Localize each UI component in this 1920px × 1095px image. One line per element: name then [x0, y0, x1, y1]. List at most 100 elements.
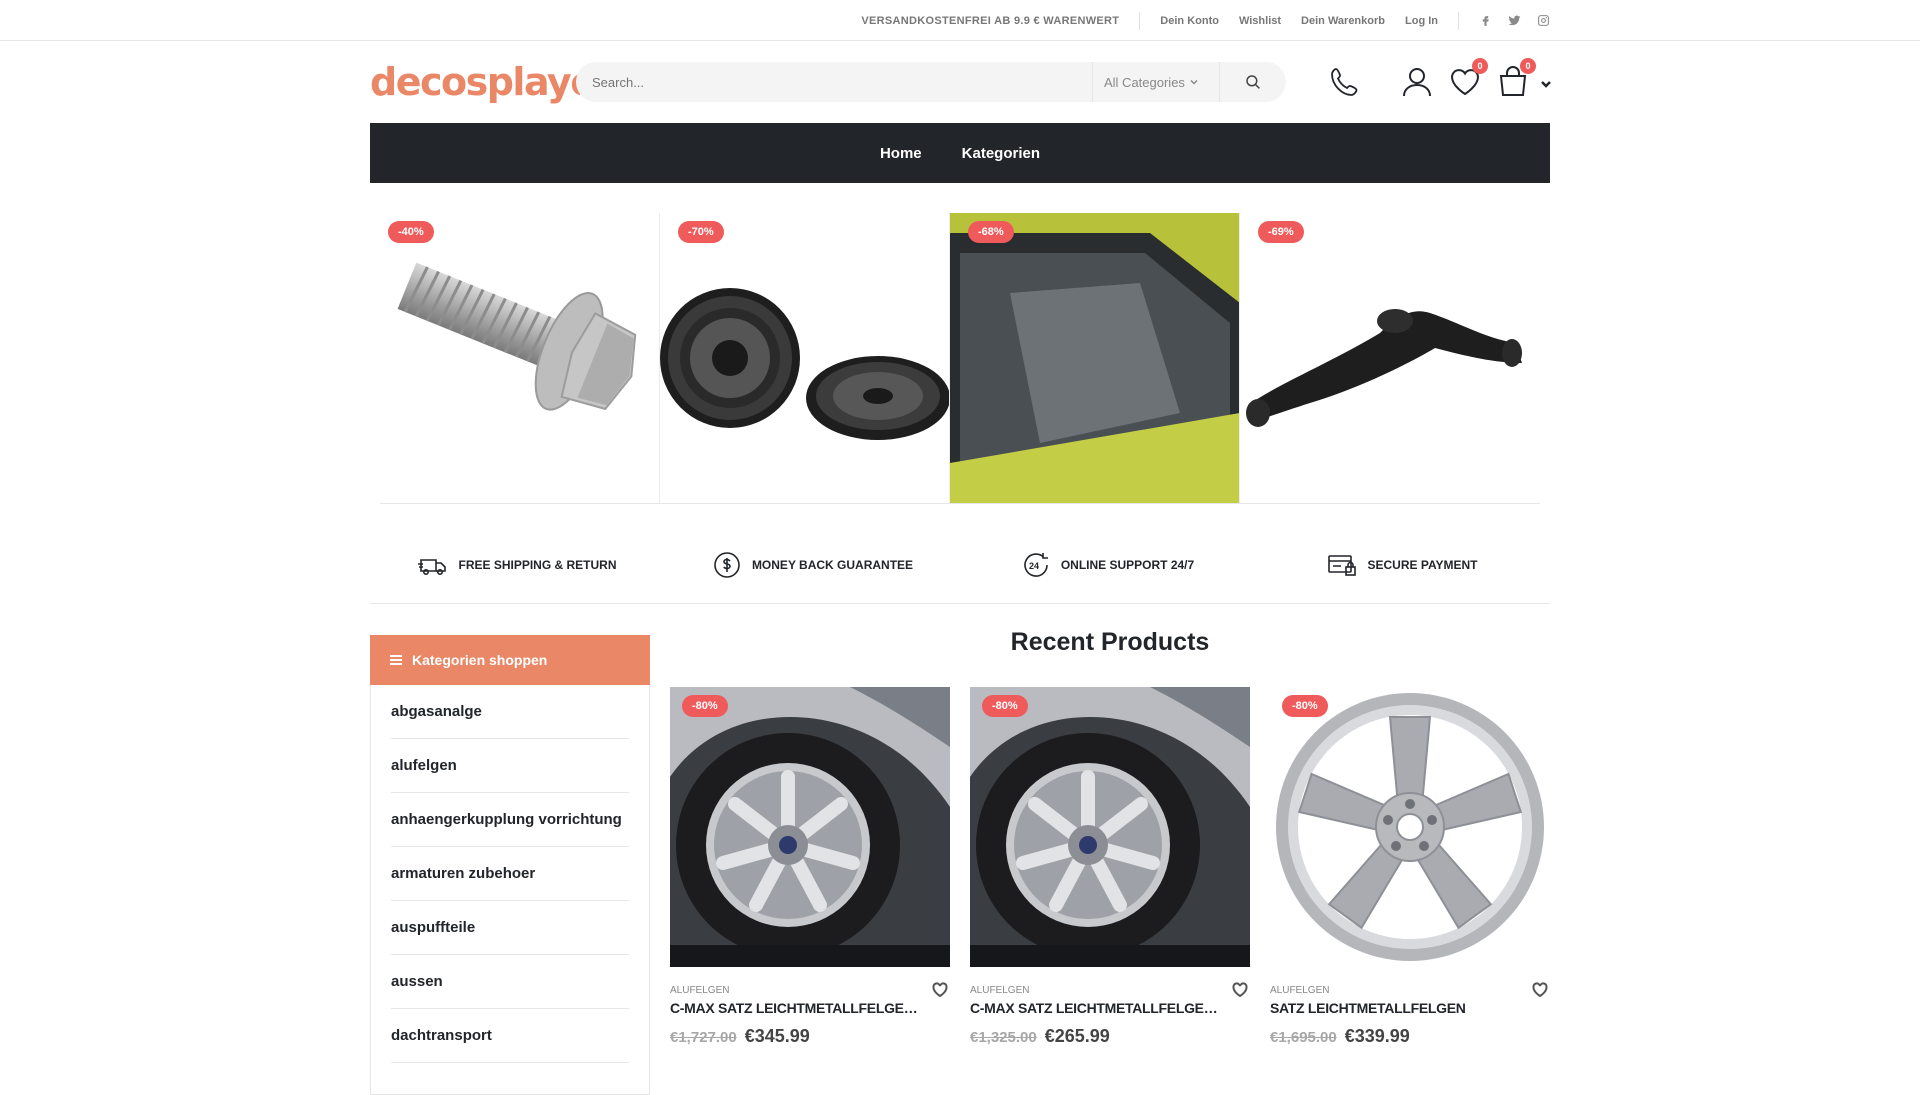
support-24-icon: 24: [1024, 553, 1048, 577]
discount-badge: -80%: [982, 695, 1028, 717]
chevron-down-icon: [1541, 81, 1551, 88]
wishlist-link[interactable]: Wishlist: [1239, 15, 1281, 27]
add-to-wishlist-button[interactable]: [1232, 982, 1248, 998]
sale-price: €345.99: [744, 1026, 810, 1046]
sale-price: €265.99: [1044, 1026, 1110, 1046]
category-menu-header[interactable]: Kategorien shoppen: [370, 635, 650, 685]
product-card[interactable]: -80% ALUFELGEN C-MAX SATZ LEICHTMETALLFE…: [970, 687, 1250, 1047]
instagram-icon[interactable]: [1537, 14, 1550, 27]
facebook-icon[interactable]: [1479, 14, 1492, 27]
features-row: FREE SHIPPING & RETURN MONEY BACK GUARAN…: [370, 535, 1550, 595]
wishlist-button[interactable]: 0: [1448, 58, 1488, 99]
product-name[interactable]: C-MAX SATZ LEICHTMETALLFELGEN A...: [670, 1000, 920, 1016]
product-meta: ALUFELGEN C-MAX SATZ LEICHTMETALLFELGEN …: [970, 982, 1250, 1047]
divider: [1139, 11, 1141, 30]
phone-button[interactable]: [1328, 65, 1362, 99]
category-sidebar: Kategorien shoppen abgasanalge alufelgen…: [370, 635, 650, 1095]
category-menu-title: Kategorien shoppen: [412, 652, 548, 668]
feature-online-support: 24 ONLINE SUPPORT 24/7: [960, 535, 1255, 595]
nav-home[interactable]: Home: [880, 145, 922, 162]
twitter-icon[interactable]: [1508, 14, 1521, 27]
car-wheel-image: [670, 687, 950, 967]
deal-card[interactable]: -40%: [370, 213, 660, 503]
alloy-rim-image: [1270, 687, 1550, 967]
cart-link[interactable]: Dein Warenkorb: [1301, 15, 1385, 27]
nav-kategorien[interactable]: Kategorien: [962, 145, 1040, 162]
product-category[interactable]: ALUFELGEN: [970, 985, 1250, 996]
heart-icon: [932, 982, 948, 998]
product-image[interactable]: -80%: [670, 687, 950, 967]
cart-count-badge: 0: [1520, 58, 1536, 74]
category-item[interactable]: aussen: [391, 955, 629, 1009]
old-price: €1,325.00: [970, 1029, 1037, 1046]
divider: [380, 503, 1540, 504]
hamburger-icon: [390, 655, 402, 665]
product-grid: -80% ALUFELGEN C-MAX SATZ LEICHTMETALLFE…: [670, 687, 1550, 1047]
speakers-image: [660, 288, 949, 440]
product-price: €1,727.00 €345.99: [670, 1026, 950, 1047]
product-name[interactable]: SATZ LEICHTMETALLFELGEN: [1270, 1000, 1520, 1016]
add-to-wishlist-button[interactable]: [932, 982, 948, 998]
user-icon: [1403, 68, 1431, 97]
cart-dropdown-toggle[interactable]: [1540, 77, 1552, 89]
product-name[interactable]: C-MAX SATZ LEICHTMETALLFELGEN A...: [970, 1000, 1220, 1016]
category-item[interactable]: anhaengerkupplung vorrichtung: [391, 793, 629, 847]
car-window-image: [950, 213, 1239, 503]
divider: [1458, 11, 1459, 30]
deal-card[interactable]: -70%: [660, 213, 950, 503]
recent-products-title: Recent Products: [1010, 628, 1210, 656]
site-logo[interactable]: decosplaycar: [370, 59, 580, 105]
account-link[interactable]: Dein Konto: [1160, 15, 1219, 27]
feature-label: FREE SHIPPING & RETURN: [458, 558, 617, 572]
cart-button[interactable]: 0: [1496, 58, 1536, 99]
deal-card[interactable]: -69%: [1240, 213, 1530, 503]
category-item[interactable]: alufelgen: [391, 739, 629, 793]
bolt-image: [397, 262, 637, 411]
category-item[interactable]: auspuffteile: [391, 901, 629, 955]
discount-badge: -70%: [678, 221, 724, 243]
product-price: €1,325.00 €265.99: [970, 1026, 1250, 1047]
product-meta: ALUFELGEN SATZ LEICHTMETALLFELGEN €1,695…: [1270, 982, 1550, 1047]
sale-price: €339.99: [1344, 1026, 1410, 1046]
product-meta: ALUFELGEN C-MAX SATZ LEICHTMETALLFELGEN …: [670, 982, 950, 1047]
login-link[interactable]: Log In: [1405, 15, 1438, 27]
car-wheel-image: [970, 687, 1250, 967]
heart-icon: [1532, 982, 1548, 998]
header: decosplaycar All Categories 0 0: [370, 41, 1552, 123]
feature-secure-payment: SECURE PAYMENT: [1255, 535, 1550, 595]
top-bar: VERSANDKOSTENFREI AB 9.9 € WARENWERT Dei…: [0, 0, 1920, 41]
product-price: €1,695.00 €339.99: [1270, 1026, 1550, 1047]
search-bar: All Categories: [576, 62, 1286, 102]
feature-money-back: MONEY BACK GUARANTEE: [665, 535, 960, 595]
category-select-label: All Categories: [1104, 74, 1185, 90]
add-to-wishlist-button[interactable]: [1532, 982, 1548, 998]
top-bar-content: VERSANDKOSTENFREI AB 9.9 € WARENWERT Dei…: [861, 0, 1550, 41]
search-input[interactable]: [576, 74, 1076, 90]
deals-row: -40% -70% -68% -69%: [370, 213, 1550, 503]
category-list: abgasanalge alufelgen anhaengerkupplung …: [371, 685, 649, 1063]
shipping-promo: VERSANDKOSTENFREI AB 9.9 € WARENWERT: [861, 14, 1120, 27]
feature-free-shipping: FREE SHIPPING & RETURN: [370, 535, 665, 595]
product-card[interactable]: -80% ALUFELGEN C-MAX SATZ LEICHTMETALLFE…: [670, 687, 950, 1047]
category-item[interactable]: dachtransport: [391, 1009, 629, 1063]
category-item[interactable]: abgasanalge: [391, 685, 629, 739]
discount-badge: -68%: [968, 221, 1014, 243]
product-card[interactable]: -80% ALUFELGEN SATZ LEICHTMETALLFELGEN €…: [1270, 687, 1550, 1047]
product-image[interactable]: -80%: [970, 687, 1250, 967]
category-item[interactable]: armaturen zubehoer: [391, 847, 629, 901]
product-image[interactable]: -80%: [1270, 687, 1550, 967]
product-category[interactable]: ALUFELGEN: [1270, 985, 1550, 996]
wishlist-count-badge: 0: [1472, 58, 1488, 74]
discount-badge: -80%: [1282, 695, 1328, 717]
phone-icon: [1331, 68, 1358, 96]
search-button[interactable]: [1220, 62, 1286, 102]
deal-card[interactable]: -68%: [950, 213, 1240, 503]
main-nav: Home Kategorien: [370, 123, 1550, 183]
category-select[interactable]: All Categories: [1092, 62, 1220, 102]
account-button[interactable]: [1400, 65, 1434, 99]
discount-badge: -80%: [682, 695, 728, 717]
feature-label: MONEY BACK GUARANTEE: [751, 558, 914, 572]
product-category[interactable]: ALUFELGEN: [670, 985, 950, 996]
feature-label: SECURE PAYMENT: [1367, 558, 1478, 572]
discount-badge: -69%: [1258, 221, 1304, 243]
